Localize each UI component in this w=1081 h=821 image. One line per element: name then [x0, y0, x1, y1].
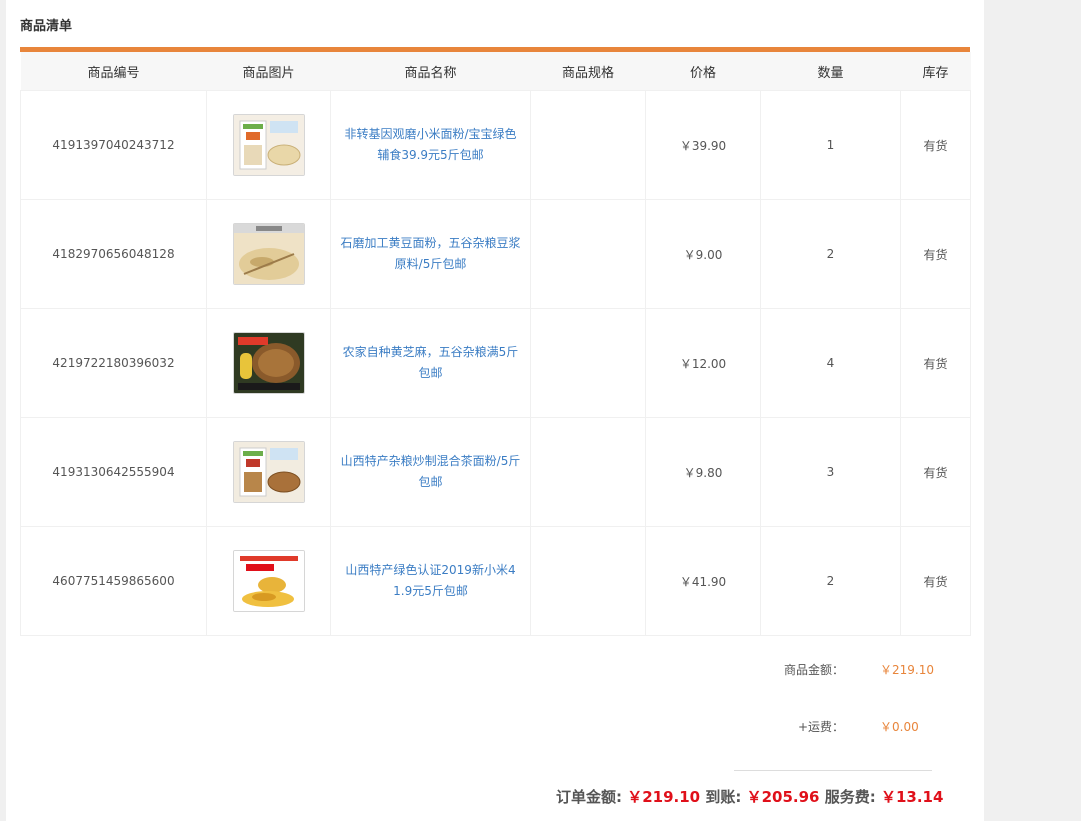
page-gutter	[984, 0, 1081, 821]
goods-name-link[interactable]: 非转基因观磨小米面粉/宝宝绿色辅食39.9元5斤包邮	[341, 124, 521, 166]
goods-image-cell	[206, 417, 331, 527]
shipping-row: +运费： ￥0.00	[6, 718, 984, 734]
goods-quantity-cell: 2	[760, 526, 901, 636]
millet-flour-bag-thumbnail[interactable]	[232, 114, 305, 176]
goods-id-cell: 4219722180396032	[20, 308, 207, 418]
goods-quantity-cell: 2	[760, 199, 901, 309]
service-fee-label: 服务费:	[824, 788, 876, 806]
order-amount-value: ￥219.10	[627, 788, 701, 806]
goods-stock-cell: 有货	[900, 308, 971, 418]
sesame-seeds-thumbnail[interactable]	[232, 332, 305, 394]
goods-stock-cell: 有货	[900, 417, 971, 527]
goods-name-link[interactable]: 山西特产杂粮炒制混合茶面粉/5斤包邮	[341, 451, 521, 493]
goods-spec-cell	[530, 308, 646, 418]
column-header-quantity: 数量	[760, 52, 901, 91]
goods-name-cell: 农家自种黄芝麻，五谷杂粮满5斤包邮	[330, 308, 531, 418]
goods-name-cell: 非转基因观磨小米面粉/宝宝绿色辅食39.9元5斤包邮	[330, 90, 531, 200]
column-header-price: 价格	[645, 52, 761, 91]
goods-amount-row: 商品金额： ￥219.10	[6, 661, 984, 677]
goods-image-cell	[206, 308, 331, 418]
goods-name-link[interactable]: 农家自种黄芝麻，五谷杂粮满5斤包邮	[341, 342, 521, 384]
goods-name-cell: 山西特产绿色认证2019新小米41.9元5斤包邮	[330, 526, 531, 636]
column-header-stock: 库存	[900, 52, 971, 91]
order-goods-panel: 商品清单 商品编号 商品图片 商品名称 商品规格 价格 数量 库存 419139…	[6, 0, 984, 821]
goods-price-cell: ￥9.80	[645, 417, 761, 527]
goods-stock-cell: 有货	[900, 90, 971, 200]
goods-amount-value: ￥219.10	[880, 663, 934, 677]
order-total-line: 订单金额: ￥219.10 到账: ￥205.96 服务费: ￥13.14	[556, 786, 943, 807]
goods-name-link[interactable]: 石磨加工黄豆面粉，五谷杂粮豆浆原料/5斤包邮	[341, 233, 521, 275]
table-row: 4193130642555904 山西特产杂粮炒制混合茶面粉/5斤包邮 ￥9.8…	[20, 417, 971, 527]
millet-grain-thumbnail[interactable]	[232, 550, 305, 612]
shipping-value: ￥0.00	[880, 720, 919, 734]
goods-price-cell: ￥39.90	[645, 90, 761, 200]
column-header-id: 商品编号	[20, 52, 207, 91]
goods-price-cell: ￥12.00	[645, 308, 761, 418]
goods-image-cell	[206, 526, 331, 636]
table-row: 4182970656048128 石磨加工黄豆面粉，五谷杂粮豆浆原料/5斤包邮 …	[20, 199, 971, 309]
mixed-tea-flour-bag-thumbnail[interactable]	[232, 441, 305, 503]
goods-quantity-cell: 3	[760, 417, 901, 527]
column-header-name: 商品名称	[330, 52, 531, 91]
goods-name-link[interactable]: 山西特产绿色认证2019新小米41.9元5斤包邮	[341, 560, 521, 602]
table-row: 4191397040243712 非转基因观磨小米面粉/宝宝绿色辅食39.9元5…	[20, 90, 971, 200]
goods-id-cell: 4607751459865600	[20, 526, 207, 636]
goods-image-cell	[206, 90, 331, 200]
goods-stock-cell: 有货	[900, 199, 971, 309]
table-header-row: 商品编号 商品图片 商品名称 商品规格 价格 数量 库存	[20, 52, 971, 91]
goods-id-cell: 4193130642555904	[20, 417, 207, 527]
received-amount-label: 到账:	[705, 788, 742, 806]
service-fee-value: ￥13.14	[880, 788, 944, 806]
summary-divider	[734, 770, 932, 771]
goods-spec-cell	[530, 417, 646, 527]
table-row: 4607751459865600 山西特产绿色认证2019新小米41.9元5斤包…	[20, 526, 971, 636]
section-title: 商品清单	[20, 19, 73, 34]
goods-amount-label: 商品金额：	[783, 663, 844, 677]
goods-price-cell: ￥41.90	[645, 526, 761, 636]
column-header-spec: 商品规格	[530, 52, 646, 91]
received-amount-value: ￥205.96	[746, 788, 820, 806]
soybean-flour-thumbnail[interactable]	[232, 223, 305, 285]
goods-name-cell: 石磨加工黄豆面粉，五谷杂粮豆浆原料/5斤包邮	[330, 199, 531, 309]
goods-quantity-cell: 1	[760, 90, 901, 200]
table-row: 4219722180396032 农家自种黄芝麻，五谷杂粮满5斤包邮 ￥12.0…	[20, 308, 971, 418]
goods-stock-cell: 有货	[900, 526, 971, 636]
goods-table: 商品编号 商品图片 商品名称 商品规格 价格 数量 库存 41913970402…	[20, 52, 971, 636]
goods-spec-cell	[530, 90, 646, 200]
goods-id-cell: 4182970656048128	[20, 199, 207, 309]
goods-quantity-cell: 4	[760, 308, 901, 418]
shipping-label: +运费：	[797, 720, 844, 734]
goods-image-cell	[206, 199, 331, 309]
goods-spec-cell	[530, 526, 646, 636]
goods-id-cell: 4191397040243712	[20, 90, 207, 200]
order-amount-label: 订单金额:	[556, 788, 622, 806]
goods-name-cell: 山西特产杂粮炒制混合茶面粉/5斤包邮	[330, 417, 531, 527]
goods-price-cell: ￥9.00	[645, 199, 761, 309]
column-header-image: 商品图片	[206, 52, 331, 91]
goods-spec-cell	[530, 199, 646, 309]
